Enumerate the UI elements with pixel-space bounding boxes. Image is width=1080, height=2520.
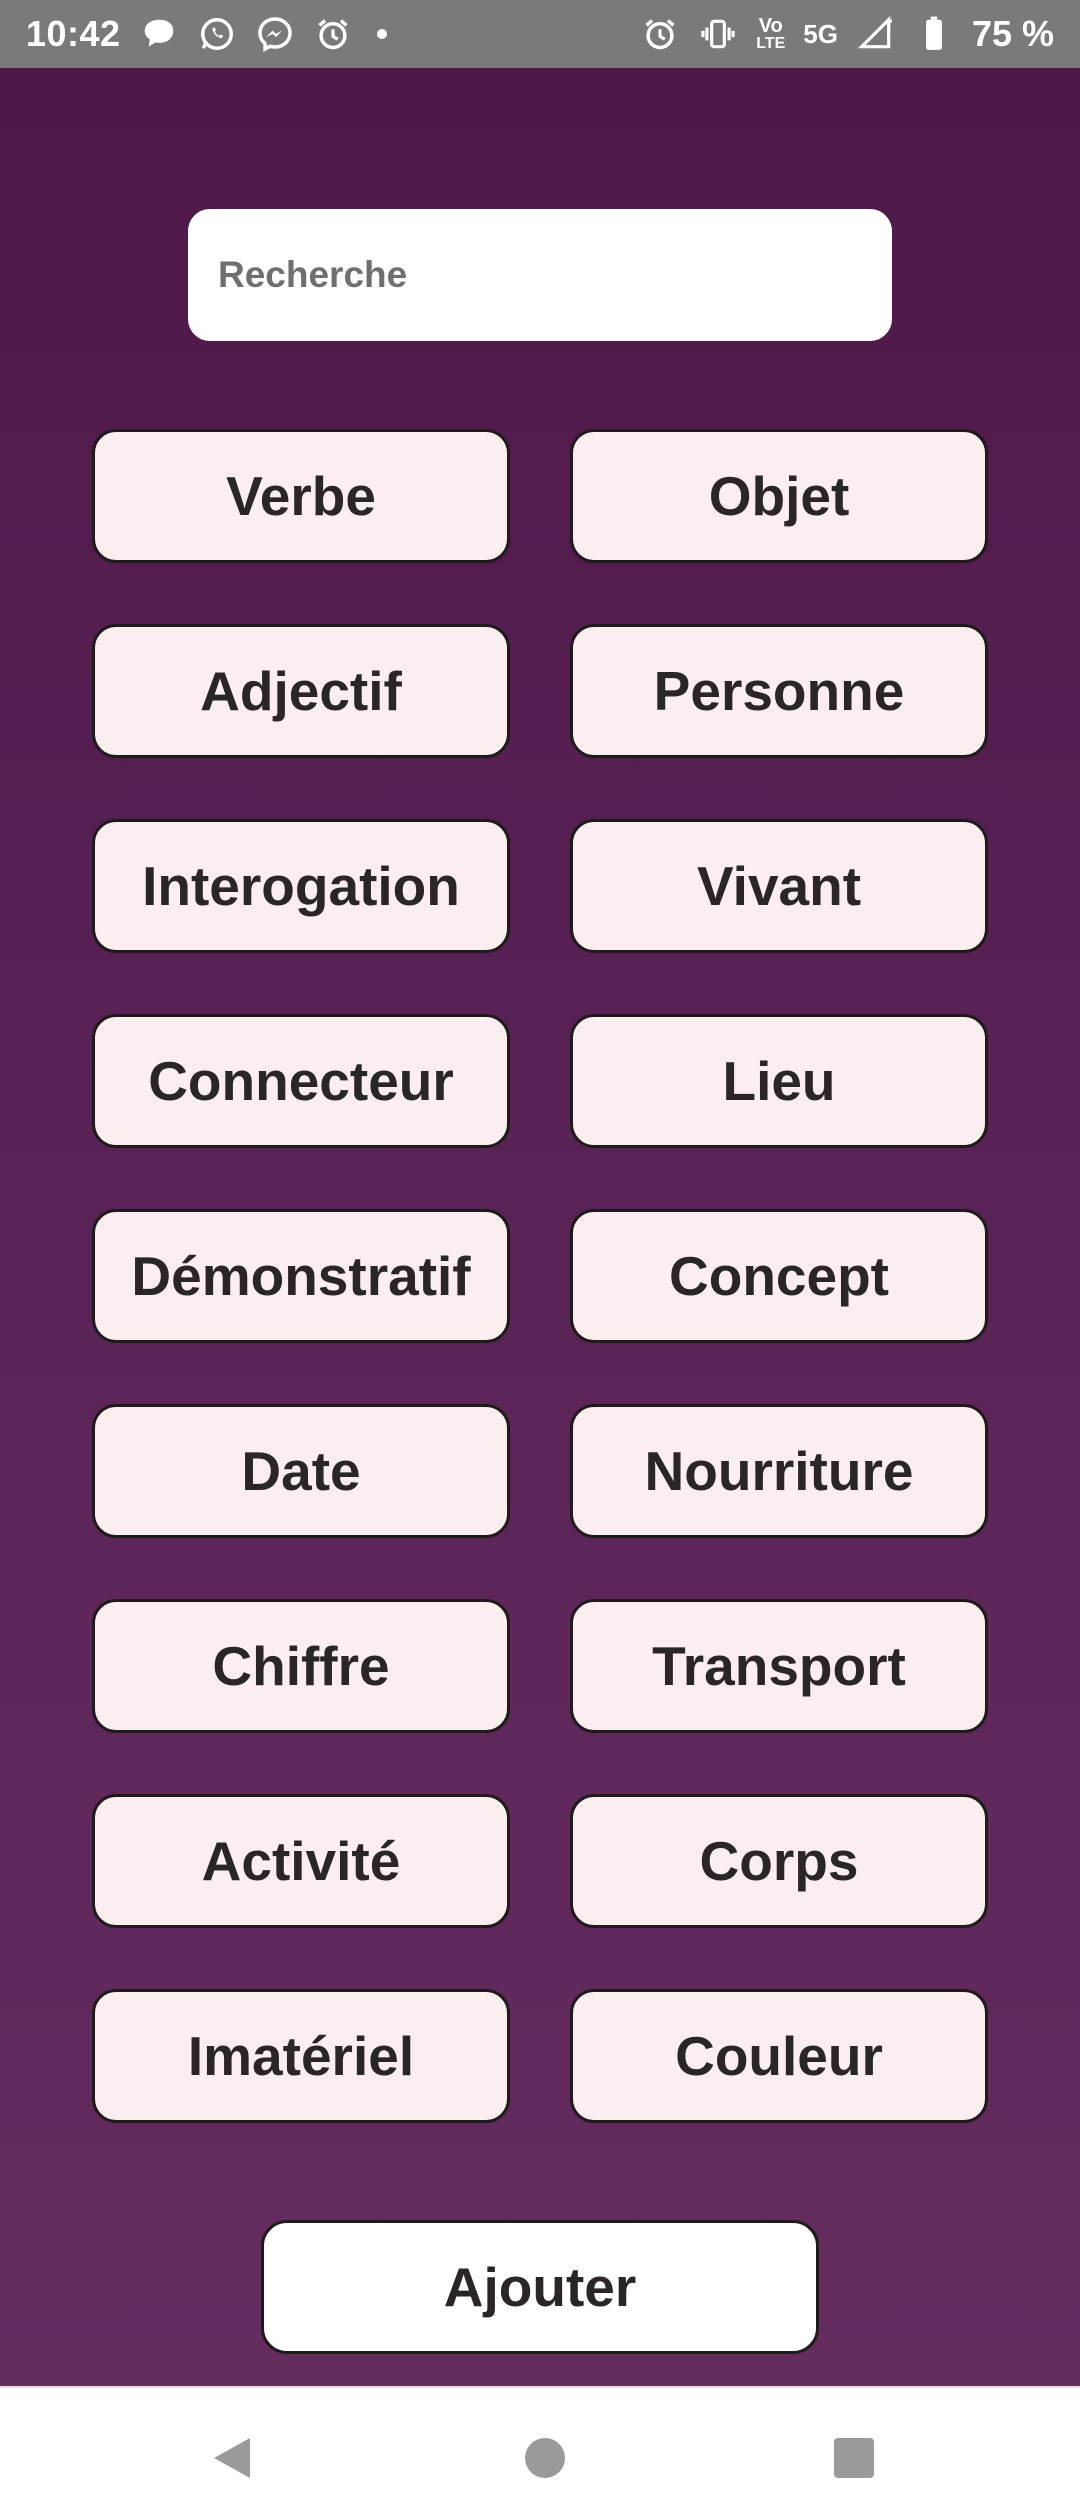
category-button-imateriel[interactable]: Imatériel (92, 1989, 510, 2123)
volte-bottom-label: LTE (756, 35, 786, 52)
category-button-corps[interactable]: Corps (570, 1794, 988, 1928)
recents-icon[interactable] (824, 2428, 884, 2488)
messenger-icon (255, 14, 295, 54)
signal-icon (856, 14, 896, 54)
search-box[interactable] (188, 209, 892, 341)
category-button-concept[interactable]: Concept (570, 1209, 988, 1343)
volte-top-label: Vo (758, 15, 783, 37)
network-label: 5G (803, 18, 838, 49)
vibrate-icon (698, 14, 738, 54)
alarm-icon (640, 14, 680, 54)
battery-percentage: 75 % (971, 13, 1054, 54)
status-time: 10:42 (26, 13, 121, 54)
category-button-activite[interactable]: Activité (92, 1794, 510, 1928)
category-button-vivant[interactable]: Vivant (570, 819, 988, 953)
navigation-bar (0, 2386, 1080, 2520)
back-icon[interactable] (202, 2428, 262, 2488)
status-bar-right: Vo LTE 5G 75 % (640, 13, 1054, 55)
category-button-lieu[interactable]: Lieu (570, 1014, 988, 1148)
search-input[interactable] (216, 253, 864, 297)
category-button-personne[interactable]: Personne (570, 624, 988, 758)
category-button-demonstratif[interactable]: Démonstratif (92, 1209, 510, 1343)
category-button-verbe[interactable]: Verbe (92, 429, 510, 563)
category-button-nourriture[interactable]: Nourriture (570, 1404, 988, 1538)
app-content: Verbe Objet Adjectif Personne Interogati… (0, 68, 1080, 2386)
category-button-interogation[interactable]: Interogation (92, 819, 510, 953)
category-button-connecteur[interactable]: Connecteur (92, 1014, 510, 1148)
status-bar-left: 10:42 (26, 13, 387, 55)
category-button-couleur[interactable]: Couleur (570, 1989, 988, 2123)
dot-icon (376, 29, 387, 39)
category-button-adjectif[interactable]: Adjectif (92, 624, 510, 758)
chat-bubble-icon (139, 14, 179, 54)
add-button[interactable]: Ajouter (261, 2220, 819, 2354)
status-bar: 10:42 Vo LTE 5G 75 % (0, 0, 1080, 68)
category-button-transport[interactable]: Transport (570, 1599, 988, 1733)
volte-icon: Vo LTE (756, 16, 785, 52)
alarm-icon (313, 14, 353, 54)
battery-icon (914, 14, 954, 54)
home-icon[interactable] (515, 2428, 575, 2488)
category-button-objet[interactable]: Objet (570, 429, 988, 563)
category-button-chiffre[interactable]: Chiffre (92, 1599, 510, 1733)
whatsapp-icon (197, 14, 237, 54)
category-button-date[interactable]: Date (92, 1404, 510, 1538)
